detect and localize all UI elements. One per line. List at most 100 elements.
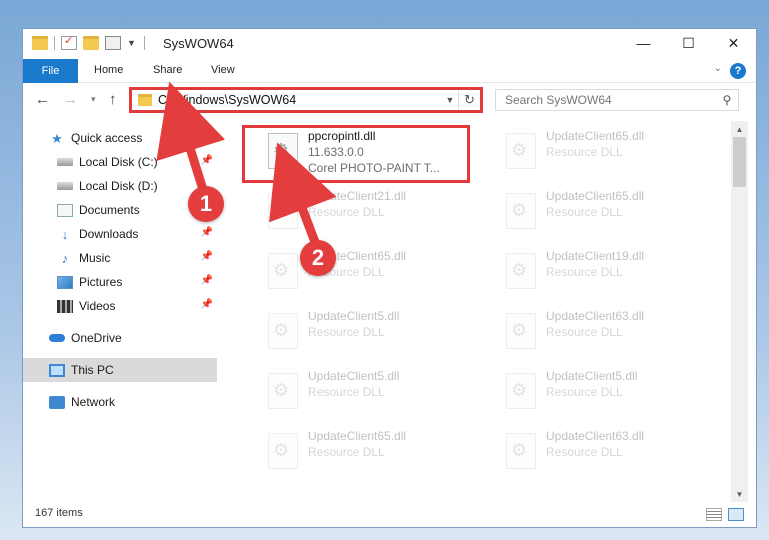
- sidebar-item-label: Quick access: [71, 131, 143, 145]
- address-dropdown-icon[interactable]: ▼: [442, 95, 458, 105]
- tab-view[interactable]: View: [211, 64, 235, 76]
- customize-toolbar-dropdown-icon[interactable]: ▼: [127, 38, 136, 48]
- vertical-scrollbar[interactable]: ▲ ▼: [731, 121, 748, 502]
- file-name: UpdateClient65.dll: [546, 129, 645, 143]
- file-type: Resource DLL: [546, 145, 623, 159]
- dll-file-icon: [506, 313, 536, 349]
- details-view-icon[interactable]: [706, 508, 722, 521]
- search-input[interactable]: [505, 93, 716, 107]
- file-type: Resource DLL: [546, 385, 623, 399]
- refresh-icon[interactable]: ↻: [458, 90, 480, 110]
- highlighted-file-box: [242, 125, 470, 183]
- help-icon[interactable]: ?: [730, 63, 746, 79]
- sidebar-item-label: OneDrive: [71, 331, 122, 345]
- search-box[interactable]: ⚲: [495, 89, 739, 111]
- file-name: UpdateClient65.dll: [546, 189, 645, 203]
- address-path[interactable]: C:\Windows\SysWOW64: [158, 93, 442, 107]
- dll-file-icon: [268, 433, 298, 469]
- expand-ribbon-chevron-icon[interactable]: ⌄: [714, 63, 722, 74]
- sidebar-item-label: Documents: [79, 203, 140, 217]
- dll-file-icon: [506, 373, 536, 409]
- forward-arrow-icon[interactable]: →: [63, 91, 78, 108]
- film-strip-icon: [57, 299, 73, 313]
- file-item[interactable]: UpdateClient65.dll Resource DLL: [261, 427, 481, 479]
- sidebar-item-onedrive[interactable]: OneDrive: [23, 326, 217, 350]
- back-arrow-icon[interactable]: ←: [35, 91, 50, 108]
- sidebar-item-downloads[interactable]: ↓ Downloads 📌: [23, 222, 217, 246]
- scroll-up-arrow-icon[interactable]: ▲: [731, 121, 748, 137]
- recent-locations-chevron-icon[interactable]: ▾: [91, 94, 96, 105]
- file-type: Resource DLL: [308, 445, 385, 459]
- dll-file-icon: [268, 193, 298, 229]
- cloud-icon: [49, 334, 65, 342]
- close-button[interactable]: ✕: [711, 29, 756, 57]
- file-item[interactable]: UpdateClient19.dll Resource DLL: [499, 247, 719, 299]
- maximize-button[interactable]: ☐: [666, 29, 711, 57]
- navigation-bar: ← → ▾ ↑ C:\Windows\SysWOW64 ▼ ↻ ⚲: [23, 83, 756, 119]
- callout-step-2: 2: [300, 240, 336, 276]
- sidebar-item-pictures[interactable]: Pictures 📌: [23, 270, 217, 294]
- dll-file-icon: [506, 253, 536, 289]
- pin-icon: 📌: [200, 227, 213, 238]
- minimize-button[interactable]: —: [621, 29, 666, 57]
- item-count: 167 items: [35, 507, 83, 519]
- toolbar-divider: [143, 36, 145, 50]
- pin-icon: 📌: [200, 299, 213, 310]
- sidebar-item-label: Music: [79, 251, 111, 265]
- file-type: Resource DLL: [308, 325, 385, 339]
- file-type: Resource DLL: [546, 265, 623, 279]
- pin-icon: 📌: [200, 275, 213, 286]
- sidebar-item-label: Downloads: [79, 227, 139, 241]
- file-item[interactable]: UpdateClient5.dll Resource DLL: [499, 367, 719, 419]
- title-bar: ▼ SysWOW64 — ☐ ✕: [23, 29, 756, 59]
- folder-icon: [32, 36, 48, 50]
- view-options-icon[interactable]: [105, 36, 121, 50]
- dll-file-icon: [268, 253, 298, 289]
- file-name: UpdateClient21.dll: [308, 189, 407, 203]
- sidebar-item-quick-access[interactable]: ★ Quick access: [23, 126, 217, 150]
- drive-icon: [57, 158, 73, 166]
- file-name: UpdateClient63.dll: [546, 429, 645, 443]
- file-type: Resource DLL: [546, 445, 623, 459]
- ribbon-tabs: File Home Share View ⌄ ?: [23, 59, 756, 83]
- sidebar-item-music[interactable]: ♪ Music 📌: [23, 246, 217, 270]
- dll-file-icon: [268, 373, 298, 409]
- file-item[interactable]: UpdateClient5.dll Resource DLL: [261, 307, 481, 359]
- sidebar-item-videos[interactable]: Videos 📌: [23, 294, 217, 318]
- sidebar-item-local-disk-d[interactable]: Local Disk (D:): [23, 174, 217, 198]
- callout-step-1: 1: [188, 186, 224, 222]
- tab-home[interactable]: Home: [94, 64, 123, 76]
- file-type: Resource DLL: [546, 325, 623, 339]
- scroll-down-arrow-icon[interactable]: ▼: [731, 486, 748, 502]
- properties-check-icon[interactable]: [61, 34, 77, 50]
- up-arrow-icon[interactable]: ↑: [109, 91, 117, 108]
- large-icons-view-icon[interactable]: [728, 508, 744, 521]
- file-name: UpdateClient5.dll: [308, 369, 400, 383]
- file-item[interactable]: UpdateClient5.dll Resource DLL: [261, 367, 481, 419]
- dll-file-icon: [506, 133, 536, 169]
- sidebar-item-this-pc[interactable]: This PC: [23, 358, 217, 382]
- file-item[interactable]: UpdateClient65.dll Resource DLL: [499, 187, 719, 239]
- computer-icon: [49, 363, 65, 377]
- file-item[interactable]: UpdateClient65.dll Resource DLL: [499, 127, 719, 179]
- tab-file[interactable]: File: [23, 59, 78, 83]
- file-type: Resource DLL: [546, 205, 623, 219]
- file-item[interactable]: UpdateClient21.dll Resource DLL: [261, 187, 481, 239]
- file-item[interactable]: UpdateClient63.dll Resource DLL: [499, 427, 719, 479]
- file-item[interactable]: UpdateClient65.dll Resource DLL: [261, 247, 481, 299]
- sidebar-item-label: Network: [71, 395, 116, 409]
- file-name: UpdateClient63.dll: [546, 309, 645, 323]
- scrollbar-thumb[interactable]: [733, 137, 746, 187]
- status-bar: 167 items: [23, 501, 756, 527]
- address-bar[interactable]: C:\Windows\SysWOW64 ▼ ↻: [129, 87, 483, 113]
- tab-share[interactable]: Share: [153, 64, 182, 76]
- sidebar-item-local-disk-c[interactable]: Local Disk (C:) 📌: [23, 150, 217, 174]
- new-folder-icon[interactable]: [83, 36, 99, 50]
- toolbar-divider: [54, 36, 55, 50]
- search-icon: ⚲: [722, 93, 732, 107]
- drive-icon: [57, 182, 73, 190]
- sidebar-item-label: Local Disk (D:): [79, 179, 158, 193]
- folder-icon: [138, 94, 152, 106]
- file-item[interactable]: UpdateClient63.dll Resource DLL: [499, 307, 719, 359]
- sidebar-item-network[interactable]: Network: [23, 390, 217, 414]
